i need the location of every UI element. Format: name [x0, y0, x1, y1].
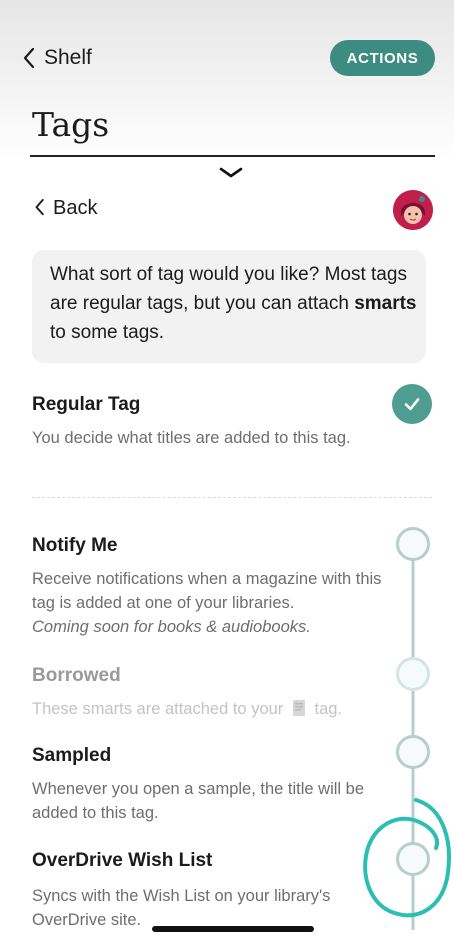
option-desc: You decide what titles are added to this… [32, 429, 351, 447]
radio-circle-icon[interactable] [396, 527, 430, 561]
panel-back-button[interactable]: Back [32, 196, 97, 220]
panel-back-label: Back [53, 196, 98, 219]
option-title: Notify Me [32, 535, 118, 556]
prompt-text: What sort of tag would you like? Most ta… [50, 264, 417, 343]
radio-circle-icon[interactable] [396, 842, 430, 876]
prompt-bold: smarts [354, 293, 417, 314]
option-desc: Syncs with the Wish List on your library… [32, 887, 331, 929]
checkmark-icon[interactable] [392, 384, 432, 424]
radio-circle-icon[interactable] [396, 735, 430, 769]
chevron-left-icon [35, 198, 44, 216]
page-title: Tags [32, 105, 110, 144]
chevron-down-icon[interactable] [218, 166, 244, 180]
prompt-bubble: What sort of tag would you like? Most ta… [32, 250, 426, 363]
option-desc: Whenever you open a sample, the title wi… [32, 780, 365, 822]
chevron-left-icon [23, 47, 35, 69]
option-title: Sampled [32, 745, 112, 766]
home-indicator [152, 926, 314, 932]
shelf-back-button[interactable]: Shelf [20, 45, 92, 71]
option-title: OverDrive Wish List [32, 850, 213, 871]
option-note: Coming soon for books & audiobooks. [32, 618, 311, 636]
actions-button[interactable]: ACTIONS [330, 40, 435, 76]
option-title: Regular Tag [32, 394, 141, 415]
option-title: Borrowed [32, 665, 121, 686]
tag-icon [292, 699, 306, 717]
libby-avatar-icon [393, 190, 433, 230]
radio-circle-icon [396, 657, 430, 691]
option-desc: Receive notifications when a magazine wi… [32, 570, 382, 612]
shelf-back-label: Shelf [44, 46, 92, 69]
option-desc: These smarts are attached to your tag. [32, 699, 343, 718]
section-divider [32, 497, 432, 498]
title-divider [30, 155, 435, 157]
